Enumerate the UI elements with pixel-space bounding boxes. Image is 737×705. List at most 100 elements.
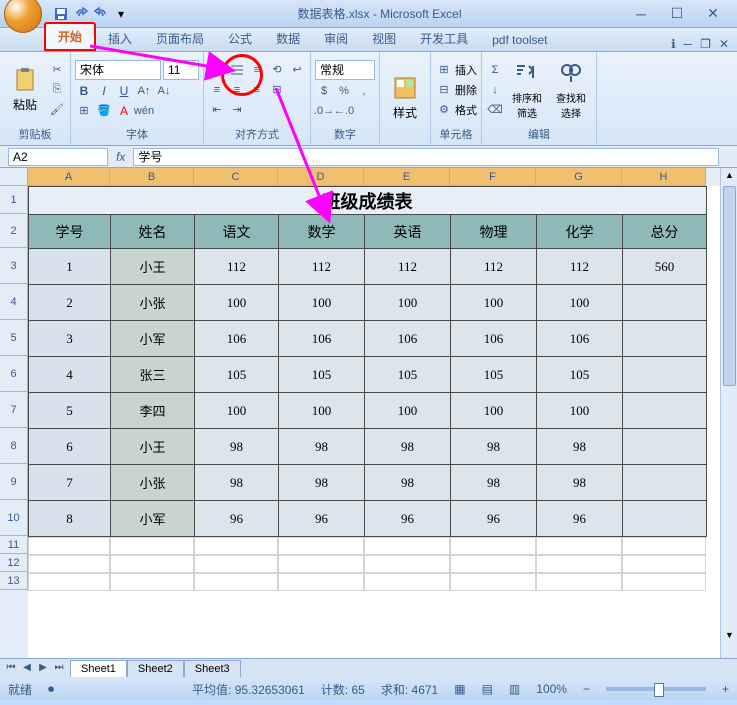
qat-dropdown-icon[interactable]: ▾ <box>112 5 130 23</box>
data-cell[interactable]: 100 <box>195 285 279 321</box>
shrink-font-button[interactable]: A↓ <box>155 82 173 100</box>
borders-button[interactable]: ⊞ <box>75 102 93 120</box>
data-cell[interactable]: 98 <box>537 465 623 501</box>
minimize-button[interactable]: ─ <box>629 6 653 22</box>
empty-cell[interactable] <box>622 555 706 573</box>
data-cell[interactable]: 100 <box>279 393 365 429</box>
empty-cell[interactable] <box>28 555 110 573</box>
increase-decimal-button[interactable]: .0→ <box>315 102 333 120</box>
data-cell[interactable]: 106 <box>537 321 623 357</box>
data-cell[interactable]: 小张 <box>111 285 195 321</box>
tab-pdf-toolset[interactable]: pdf toolset <box>480 29 559 51</box>
view-normal-icon[interactable]: ▦ <box>454 682 465 696</box>
comma-button[interactable]: , <box>355 82 373 100</box>
decrease-decimal-button[interactable]: ←.0 <box>335 102 353 120</box>
data-cell[interactable]: 7 <box>29 465 111 501</box>
delete-cells-icon[interactable]: ⊟ <box>435 81 453 99</box>
data-cell[interactable]: 98 <box>365 465 451 501</box>
view-layout-icon[interactable]: ▤ <box>482 682 493 696</box>
tab-insert[interactable]: 插入 <box>96 26 144 51</box>
header-cell[interactable]: 数学 <box>279 215 365 249</box>
decrease-indent-button[interactable]: ⇤ <box>208 101 226 119</box>
font-color-button[interactable]: A <box>115 102 133 120</box>
data-cell[interactable] <box>623 465 707 501</box>
vertical-scrollbar[interactable]: ▼▲ <box>720 168 737 658</box>
column-header-D[interactable]: D <box>278 168 364 186</box>
data-cell[interactable]: 4 <box>29 357 111 393</box>
zoom-in-icon[interactable]: + <box>722 682 729 696</box>
header-cell[interactable]: 英语 <box>365 215 451 249</box>
row-header-12[interactable]: 12 <box>0 554 28 572</box>
increase-indent-button[interactable]: ⇥ <box>228 101 246 119</box>
tab-view[interactable]: 视图 <box>360 26 408 51</box>
fill-button[interactable]: ↓ <box>486 81 504 99</box>
data-cell[interactable]: 112 <box>195 249 279 285</box>
data-cell[interactable]: 560 <box>623 249 707 285</box>
empty-cell[interactable] <box>110 537 194 555</box>
data-cell[interactable]: 96 <box>451 501 537 537</box>
data-cell[interactable]: 106 <box>195 321 279 357</box>
data-cell[interactable]: 小王 <box>111 429 195 465</box>
data-cell[interactable]: 112 <box>451 249 537 285</box>
empty-cell[interactable] <box>536 537 622 555</box>
data-cell[interactable]: 2 <box>29 285 111 321</box>
data-cell[interactable]: 112 <box>279 249 365 285</box>
data-cell[interactable]: 106 <box>451 321 537 357</box>
grid[interactable]: ABCDEFGH 班级成绩表学号姓名语文数学英语物理化学总分1小王1121121… <box>28 168 737 658</box>
data-cell[interactable] <box>623 357 707 393</box>
sort-filter-button[interactable]: 排序和 筛选 <box>506 54 548 125</box>
header-cell[interactable]: 学号 <box>29 215 111 249</box>
data-cell[interactable]: 96 <box>537 501 623 537</box>
row-header-6[interactable]: 6 <box>0 356 28 392</box>
tab-page-layout[interactable]: 页面布局 <box>144 26 216 51</box>
data-cell[interactable]: 98 <box>451 429 537 465</box>
data-cell[interactable]: 98 <box>451 465 537 501</box>
data-cell[interactable]: 98 <box>365 429 451 465</box>
select-all-corner[interactable] <box>0 168 28 186</box>
data-cell[interactable]: 98 <box>195 465 279 501</box>
bold-button[interactable]: B <box>75 82 93 100</box>
data-cell[interactable]: 105 <box>365 357 451 393</box>
column-header-E[interactable]: E <box>364 168 450 186</box>
data-cell[interactable]: 96 <box>279 501 365 537</box>
data-cell[interactable]: 1 <box>29 249 111 285</box>
empty-cell[interactable] <box>450 573 536 591</box>
column-header-C[interactable]: C <box>194 168 278 186</box>
data-cell[interactable]: 105 <box>279 357 365 393</box>
font-name-combo[interactable]: 宋体 <box>75 60 161 80</box>
tab-developer[interactable]: 开发工具 <box>408 26 480 51</box>
sheet-tab-3[interactable]: Sheet3 <box>184 660 241 677</box>
sheet-tab-1[interactable]: Sheet1 <box>70 660 127 677</box>
zoom-level[interactable]: 100% <box>536 682 567 696</box>
data-cell[interactable]: 112 <box>537 249 623 285</box>
scroll-thumb[interactable] <box>723 186 736 386</box>
empty-cell[interactable] <box>364 555 450 573</box>
data-cell[interactable]: 5 <box>29 393 111 429</box>
minimize-ribbon-icon[interactable]: ─ <box>684 37 693 51</box>
align-middle-button[interactable] <box>228 61 246 79</box>
data-cell[interactable]: 106 <box>365 321 451 357</box>
grow-font-button[interactable]: A↑ <box>135 82 153 100</box>
align-left-button[interactable]: ≡ <box>208 81 226 99</box>
zoom-slider[interactable] <box>606 687 706 691</box>
data-cell[interactable]: 105 <box>195 357 279 393</box>
empty-cell[interactable] <box>450 555 536 573</box>
empty-cell[interactable] <box>110 573 194 591</box>
format-painter-icon[interactable]: 🖌 <box>48 101 66 119</box>
italic-button[interactable]: I <box>95 82 113 100</box>
column-header-B[interactable]: B <box>110 168 194 186</box>
underline-button[interactable]: U <box>115 82 133 100</box>
data-cell[interactable]: 98 <box>195 429 279 465</box>
record-macro-icon[interactable]: ⏺ <box>48 682 54 697</box>
table-title[interactable]: 班级成绩表 <box>29 187 707 215</box>
data-cell[interactable] <box>623 429 707 465</box>
row-header-9[interactable]: 9 <box>0 464 28 500</box>
data-cell[interactable] <box>623 393 707 429</box>
empty-cell[interactable] <box>622 537 706 555</box>
empty-cell[interactable] <box>622 573 706 591</box>
data-cell[interactable]: 6 <box>29 429 111 465</box>
number-format-combo[interactable]: 常规 <box>315 60 375 80</box>
data-cell[interactable]: 96 <box>195 501 279 537</box>
data-cell[interactable]: 100 <box>451 393 537 429</box>
data-cell[interactable]: 小张 <box>111 465 195 501</box>
